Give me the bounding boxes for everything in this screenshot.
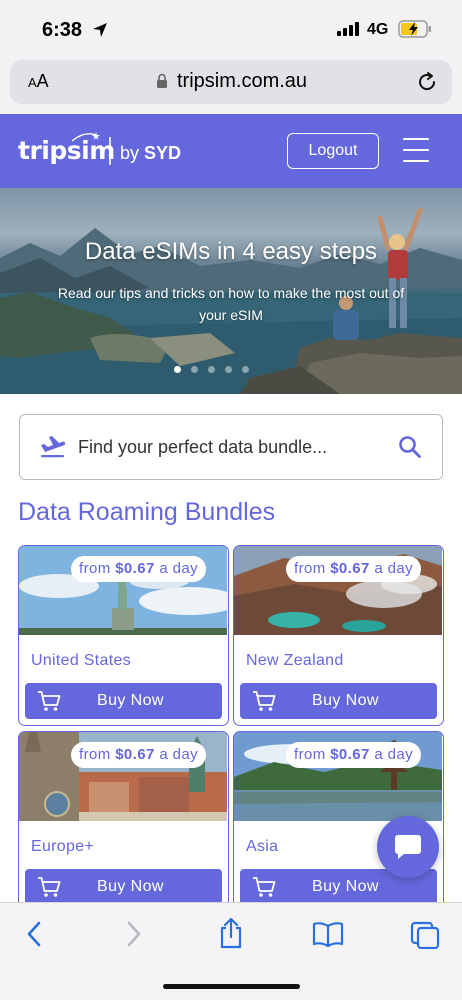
buy-now-button[interactable]: Buy Now <box>240 683 437 719</box>
logo-by-syd: by SYD <box>120 143 182 163</box>
bundle-image-europe: from $0.67 a day <box>19 732 227 821</box>
chat-button[interactable] <box>377 816 439 878</box>
bundle-search-input[interactable]: Find your perfect data bundle... <box>19 414 443 480</box>
logo-star-icon <box>71 132 100 142</box>
buy-now-button[interactable]: Buy Now <box>25 869 222 905</box>
bundle-price: from $0.67 a day <box>286 742 422 768</box>
browser-address-bar: AA tripsim.com.au <box>0 58 462 114</box>
status-bar: 6:38 4G <box>0 0 462 58</box>
hamburger-menu-icon[interactable] <box>403 138 429 162</box>
location-arrow-icon <box>93 23 107 37</box>
hero-subtitle: Read our tips and tricks on how to make … <box>57 285 405 323</box>
status-time: 6:38 <box>42 19 83 41</box>
forward-icon[interactable] <box>124 921 144 947</box>
battery-charging-icon <box>398 20 431 38</box>
signal-bars-icon <box>337 22 359 36</box>
tabs-icon[interactable] <box>410 921 440 949</box>
site-header: tripsim by SYD Logout <box>0 114 462 188</box>
bookmarks-icon[interactable] <box>312 921 344 947</box>
share-icon[interactable] <box>218 917 244 949</box>
bundle-card[interactable]: from $0.67 a day New Zealand Buy Now <box>233 545 444 726</box>
cart-icon <box>38 691 61 711</box>
logout-button[interactable]: Logout <box>287 133 379 169</box>
buy-now-button[interactable]: Buy Now <box>25 683 222 719</box>
lock-icon <box>157 73 167 88</box>
bundle-name: Europe+ <box>31 838 95 855</box>
plane-icon <box>41 436 66 458</box>
hero-title: Data eSIMs in 4 easy steps <box>84 238 378 265</box>
bundle-price: from $0.67 a day <box>71 742 207 768</box>
bundle-image-new-zealand: from $0.67 a day <box>234 546 442 635</box>
logo-divider <box>109 137 111 165</box>
bundle-card[interactable]: from $0.67 a day Europe+ Buy Now <box>18 731 229 912</box>
chat-icon <box>395 835 421 859</box>
back-icon[interactable] <box>24 921 44 947</box>
bundle-card[interactable]: from $0.67 a day United States Buy Now <box>18 545 229 726</box>
hero-carousel[interactable]: Data eSIMs in 4 easy steps Read our tips… <box>0 188 462 394</box>
search-icon[interactable] <box>398 435 422 459</box>
carousel-dot[interactable] <box>225 366 232 373</box>
bundle-image-asia: from $0.67 a day <box>234 732 442 821</box>
bundle-name: Asia <box>246 838 279 855</box>
network-type: 4G <box>367 21 389 38</box>
tripsim-logo[interactable]: tripsim <box>18 136 115 165</box>
carousel-dot[interactable] <box>208 366 215 373</box>
reload-icon[interactable] <box>416 71 438 93</box>
bundle-name: United States <box>31 652 131 669</box>
bundle-image-united-states: from $0.67 a day <box>19 546 227 635</box>
carousel-indicators <box>174 366 249 373</box>
url-field[interactable]: AA tripsim.com.au <box>10 60 452 104</box>
cart-icon <box>253 877 276 897</box>
cart-icon <box>253 691 276 711</box>
home-indicator <box>163 984 300 989</box>
bundle-price: from $0.67 a day <box>286 556 422 582</box>
carousel-dot[interactable] <box>242 366 249 373</box>
carousel-dot[interactable] <box>174 366 181 373</box>
cart-icon <box>38 877 61 897</box>
text-size-button[interactable]: AA <box>28 71 49 92</box>
search-placeholder: Find your perfect data bundle... <box>78 437 328 457</box>
bundle-price: from $0.67 a day <box>71 556 207 582</box>
url-text: tripsim.com.au <box>177 70 308 92</box>
section-title: Data Roaming Bundles <box>18 498 276 526</box>
carousel-dot[interactable] <box>191 366 198 373</box>
bundle-name: New Zealand <box>246 652 344 669</box>
